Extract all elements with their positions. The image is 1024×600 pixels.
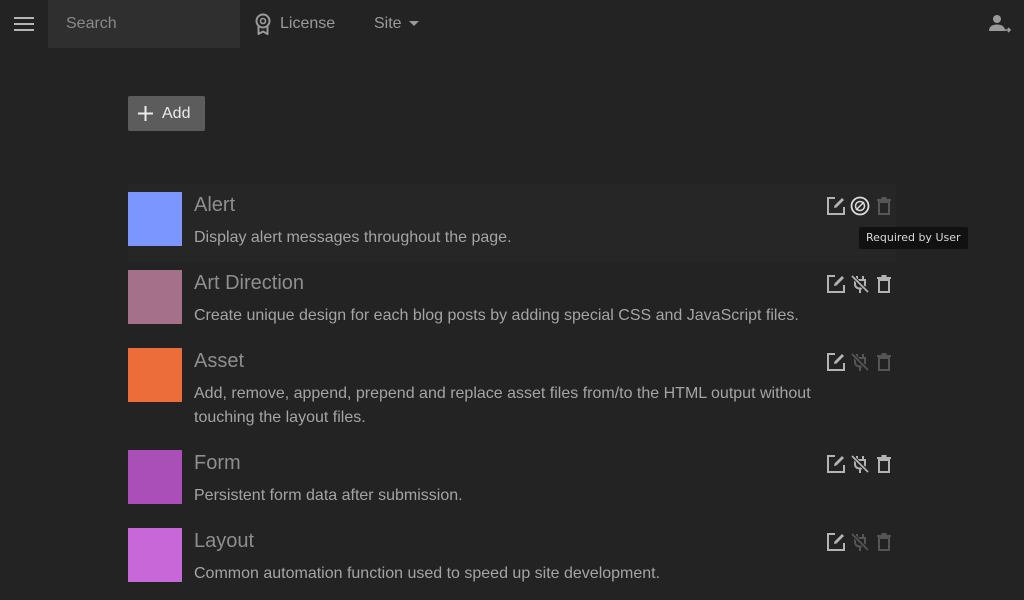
item-title: Layout	[194, 530, 255, 552]
list-item: Layout Common automation function used t…	[128, 520, 896, 598]
top-bar: License Site	[0, 0, 1024, 48]
list-item: Asset Add, remove, append, prepend and r…	[128, 340, 896, 442]
edit-button[interactable]	[824, 350, 848, 374]
trash-icon	[877, 353, 891, 371]
item-title: Form	[194, 452, 241, 474]
menu-button[interactable]	[0, 0, 48, 48]
list-item: Alert Display alert messages throughout …	[128, 184, 896, 262]
color-swatch	[128, 450, 182, 504]
search-box	[48, 0, 240, 48]
nav-license-label: License	[280, 15, 336, 32]
disconnect-button[interactable]	[848, 452, 872, 476]
required-by-user-button[interactable]	[848, 194, 872, 218]
tooltip: Required by User	[859, 227, 968, 249]
trash-icon	[877, 275, 891, 293]
item-actions	[824, 452, 896, 476]
add-button[interactable]: Add	[128, 96, 205, 131]
add-button-label: Add	[162, 104, 191, 122]
item-actions	[824, 272, 896, 296]
disconnect-button[interactable]	[848, 350, 872, 374]
item-description: Add, remove, append, prepend and replace…	[194, 385, 811, 426]
plug-off-icon	[850, 352, 870, 372]
edit-icon	[827, 197, 845, 215]
edit-button[interactable]	[824, 452, 848, 476]
hamburger-menu-icon	[14, 16, 34, 32]
plug-off-icon	[850, 274, 870, 294]
color-swatch	[128, 192, 182, 246]
award-badge-icon	[254, 13, 272, 35]
list-item: Art Direction Create unique design for e…	[128, 262, 896, 340]
color-swatch	[128, 528, 182, 582]
item-actions	[824, 350, 896, 374]
list-item: Form Persistent form data after submissi…	[128, 442, 896, 520]
color-swatch	[128, 348, 182, 402]
edit-icon	[827, 455, 845, 473]
delete-button[interactable]	[872, 530, 896, 554]
color-swatch	[128, 270, 182, 324]
delete-button[interactable]	[872, 350, 896, 374]
edit-button[interactable]	[824, 194, 848, 218]
blocked-circle-icon	[850, 196, 870, 216]
edit-icon	[827, 353, 845, 371]
nav-site-label: Site	[374, 15, 402, 32]
trash-icon	[877, 533, 891, 551]
edit-button[interactable]	[824, 272, 848, 296]
trash-icon	[877, 197, 891, 215]
edit-icon	[827, 275, 845, 293]
account-switch-icon	[989, 14, 1011, 34]
nav-site-dropdown[interactable]: Site	[374, 0, 419, 48]
edit-icon	[827, 533, 845, 551]
nav-license[interactable]: License	[254, 0, 335, 48]
caret-down-icon	[408, 21, 419, 27]
item-title: Asset	[194, 350, 245, 372]
item-description: Persistent form data after submission.	[194, 487, 463, 504]
account-button[interactable]	[988, 12, 1012, 36]
delete-button[interactable]	[872, 452, 896, 476]
edit-button[interactable]	[824, 530, 848, 554]
delete-button[interactable]	[872, 272, 896, 296]
search-input[interactable]	[64, 14, 224, 34]
delete-button[interactable]	[872, 194, 896, 218]
plugin-list: Alert Display alert messages throughout …	[128, 184, 896, 598]
item-title: Alert	[194, 194, 236, 216]
item-actions	[824, 194, 896, 218]
item-title: Art Direction	[194, 272, 305, 294]
item-description: Display alert messages throughout the pa…	[194, 229, 512, 246]
disconnect-button[interactable]	[848, 530, 872, 554]
item-description: Common automation function used to speed…	[194, 565, 661, 582]
disconnect-button[interactable]	[848, 272, 872, 296]
plus-icon	[138, 106, 153, 121]
item-description: Create unique design for each blog posts…	[194, 307, 799, 324]
plug-off-icon	[850, 454, 870, 474]
plug-off-icon	[850, 532, 870, 552]
item-actions	[824, 530, 896, 554]
trash-icon	[877, 455, 891, 473]
